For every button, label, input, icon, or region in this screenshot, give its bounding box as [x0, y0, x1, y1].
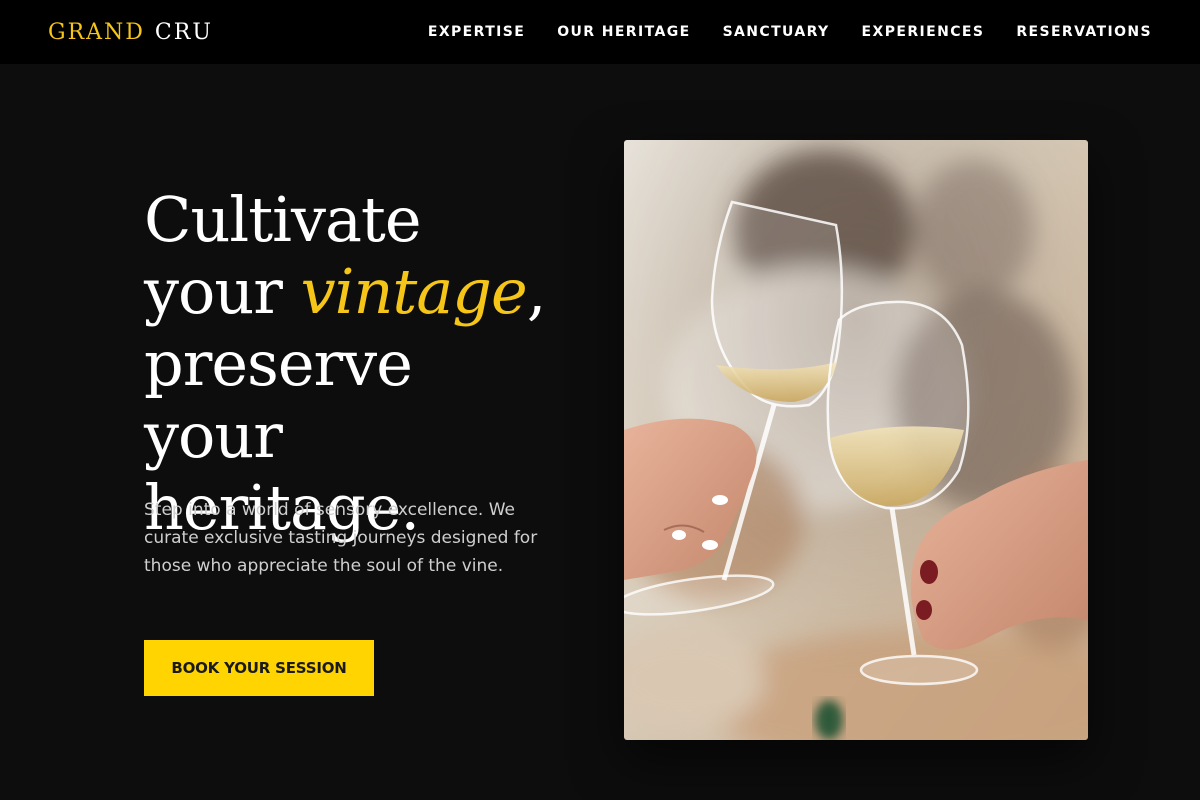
hero-image-wine-toast [624, 140, 1088, 740]
main-nav: EXPERTISE OUR HERITAGE SANCTUARY EXPERIE… [428, 24, 1152, 40]
nav-link-expertise[interactable]: EXPERTISE [428, 24, 525, 40]
brand-name-gold: GRAND [48, 19, 145, 45]
nav-link-sanctuary[interactable]: SANCTUARY [723, 24, 830, 40]
headline-line-2-suffix: , [526, 255, 547, 328]
brand-logo[interactable]: GRAND CRU [48, 20, 213, 45]
top-navigation-bar: GRAND CRU EXPERTISE OUR HERITAGE SANCTUA… [0, 0, 1200, 64]
brand-name-white: CRU [154, 19, 213, 45]
headline-line-1: Cultivate [144, 183, 422, 256]
headline-line-3: preserve your [144, 327, 413, 472]
book-session-button[interactable]: BOOK YOUR SESSION [144, 640, 374, 696]
hero-description: Step into a world of sensory excellence.… [144, 500, 538, 576]
nav-link-experiences[interactable]: EXPERIENCES [862, 24, 985, 40]
headline-accent-word: vintage [300, 255, 528, 328]
hero-headline: Cultivate your vintage, preserve your he… [144, 184, 564, 544]
nav-link-our-heritage[interactable]: OUR HERITAGE [557, 24, 690, 40]
nav-link-reservations[interactable]: RESERVATIONS [1016, 24, 1152, 40]
headline-line-2-prefix: your [144, 255, 301, 328]
wine-toast-illustration [624, 140, 1088, 740]
